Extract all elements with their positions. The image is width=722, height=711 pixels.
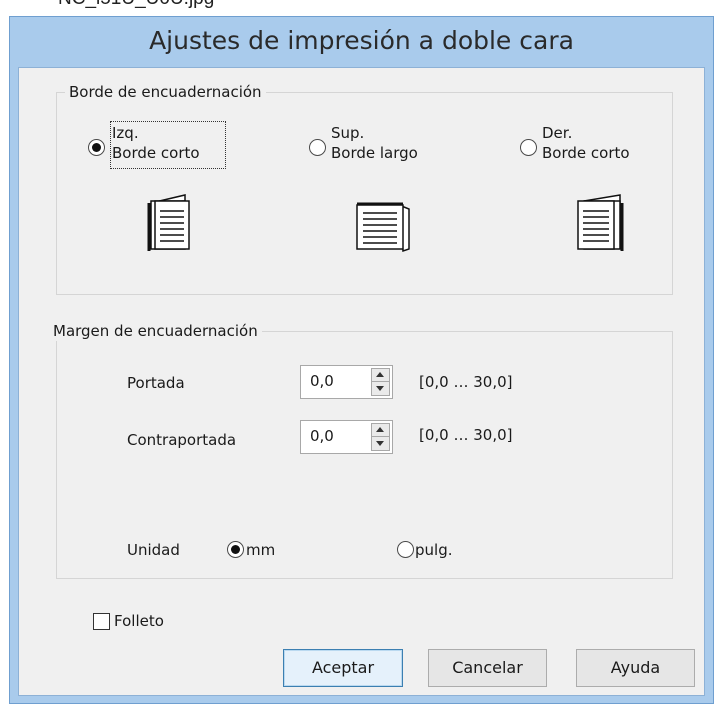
radio-top-long-edge[interactable] (309, 139, 326, 156)
front-cover-decrement-button[interactable] (372, 382, 389, 395)
arrow-up-icon (376, 372, 384, 377)
top-option-label-line2: Borde largo (331, 144, 418, 162)
back-cover-decrement-button[interactable] (372, 437, 389, 450)
binding-edge-group: Borde de encuadernación Izq. Borde corto… (56, 82, 673, 295)
right-option-label-line1: Der. (542, 124, 573, 142)
back-cover-label: Contraportada (127, 431, 237, 449)
radio-unit-inch[interactable] (397, 541, 414, 558)
help-button[interactable]: Ayuda (576, 649, 695, 687)
arrow-down-icon (376, 386, 384, 391)
left-option-label-line2: Borde corto (112, 144, 200, 162)
front-cover-label: Portada (127, 374, 185, 392)
document-right-bind-icon (577, 194, 624, 251)
arrow-down-icon (376, 441, 384, 446)
back-cover-value[interactable]: 0,0 (310, 427, 334, 445)
radio-unit-mm[interactable] (227, 541, 244, 558)
binding-edge-legend: Borde de encuadernación (65, 82, 266, 102)
front-cover-range: [0,0 … 30,0] (419, 373, 513, 391)
binding-margin-group: Margen de encuadernación Portada 0,0 [0,… (49, 321, 673, 579)
front-cover-spinner (371, 368, 390, 396)
booklet-label: Folleto (114, 612, 164, 630)
document-left-bind-icon (147, 194, 190, 251)
back-cover-spinbox[interactable]: 0,0 (300, 420, 393, 454)
binding-margin-legend: Margen de encuadernación (49, 321, 262, 341)
dialog-client-area: Borde de encuadernación Izq. Borde corto… (18, 67, 705, 696)
duplex-settings-dialog: Ajustes de impresión a doble cara Borde … (9, 16, 714, 704)
cancel-button[interactable]: Cancelar (428, 649, 547, 687)
accept-button[interactable]: Aceptar (283, 649, 403, 687)
radio-right-short-edge[interactable] (520, 139, 537, 156)
back-cover-spinner (371, 423, 390, 451)
dialog-title: Ajustes de impresión a doble cara (149, 26, 574, 55)
front-cover-increment-button[interactable] (372, 369, 389, 382)
back-cover-range: [0,0 … 30,0] (419, 426, 513, 444)
radio-left-short-edge[interactable] (88, 139, 105, 156)
top-option-label-line1: Sup. (331, 124, 365, 142)
front-cover-spinbox[interactable]: 0,0 (300, 365, 393, 399)
left-option-label-line1: Izq. (112, 124, 139, 142)
arrow-up-icon (376, 427, 384, 432)
unit-mm-label: mm (246, 541, 276, 559)
back-cover-increment-button[interactable] (372, 424, 389, 437)
right-option-label-line2: Borde corto (542, 144, 630, 162)
unit-inch-label: pulg. (415, 541, 453, 559)
front-cover-value[interactable]: 0,0 (310, 372, 334, 390)
unit-label: Unidad (127, 541, 180, 559)
image-filename-caption: NC_i51U_U0U.jpg (58, 0, 214, 10)
document-top-bind-icon (356, 202, 410, 253)
booklet-checkbox[interactable] (93, 613, 110, 630)
